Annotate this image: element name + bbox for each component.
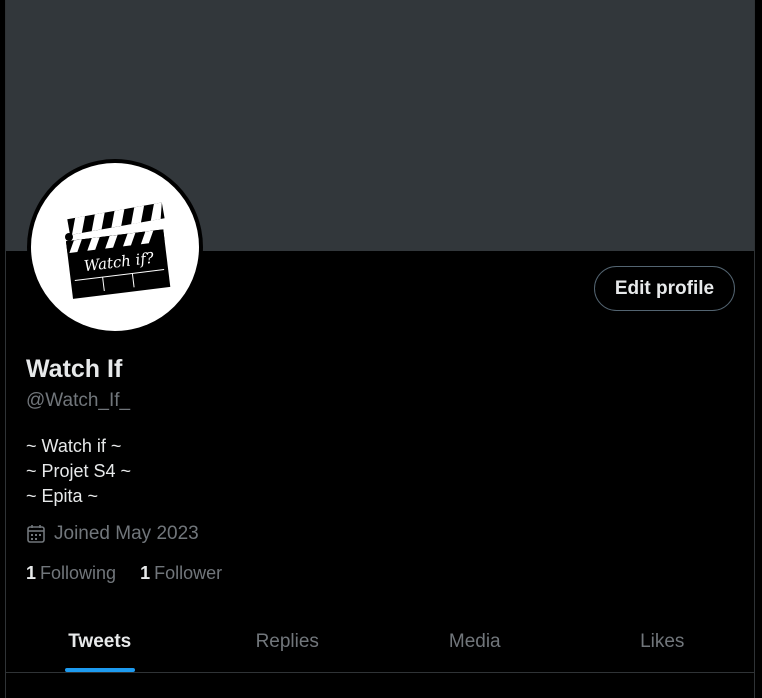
joined-date: Joined May 2023 [26, 523, 199, 545]
following-label: Following [40, 563, 117, 583]
tab-replies[interactable]: Replies [194, 612, 382, 672]
profile-page: Watch if? Edit profile Watch If @Watch_I… [5, 0, 755, 698]
following-link[interactable]: 1 Following [26, 563, 116, 584]
profile-tabs: Tweets Replies Media Likes [6, 612, 755, 673]
avatar-image: Watch if? [31, 163, 199, 331]
active-tab-indicator [64, 668, 135, 672]
edit-profile-button[interactable]: Edit profile [594, 266, 735, 311]
bio-line: ~ Watch if ~ [26, 436, 122, 456]
follow-stats: 1 Following 1 Follower [26, 563, 222, 584]
tab-label: Replies [255, 631, 319, 652]
followers-label: Follower [154, 563, 223, 583]
tab-label: Media [448, 631, 501, 652]
followers-link[interactable]: 1 Follower [140, 563, 222, 584]
tab-label: Likes [640, 631, 685, 652]
joined-text: Joined May 2023 [54, 523, 199, 544]
bio-line: ~ Projet S4 ~ [26, 461, 132, 481]
profile-handle: @Watch_If_ [26, 390, 131, 411]
clapperboard-logo: Watch if? [65, 202, 171, 299]
avatar[interactable]: Watch if? [27, 159, 203, 335]
following-count: 1 [26, 563, 37, 583]
tab-tweets[interactable]: Tweets [6, 612, 194, 672]
followers-count: 1 [140, 563, 151, 583]
bio-line: ~ Epita ~ [26, 486, 99, 506]
tab-label: Tweets [68, 631, 132, 652]
profile-name: Watch If [26, 355, 123, 383]
tab-media[interactable]: Media [381, 612, 569, 672]
tab-likes[interactable]: Likes [569, 612, 755, 672]
profile-bio: ~ Watch if ~ ~ Projet S4 ~ ~ Epita ~ [26, 434, 131, 509]
calendar-icon [27, 525, 45, 543]
